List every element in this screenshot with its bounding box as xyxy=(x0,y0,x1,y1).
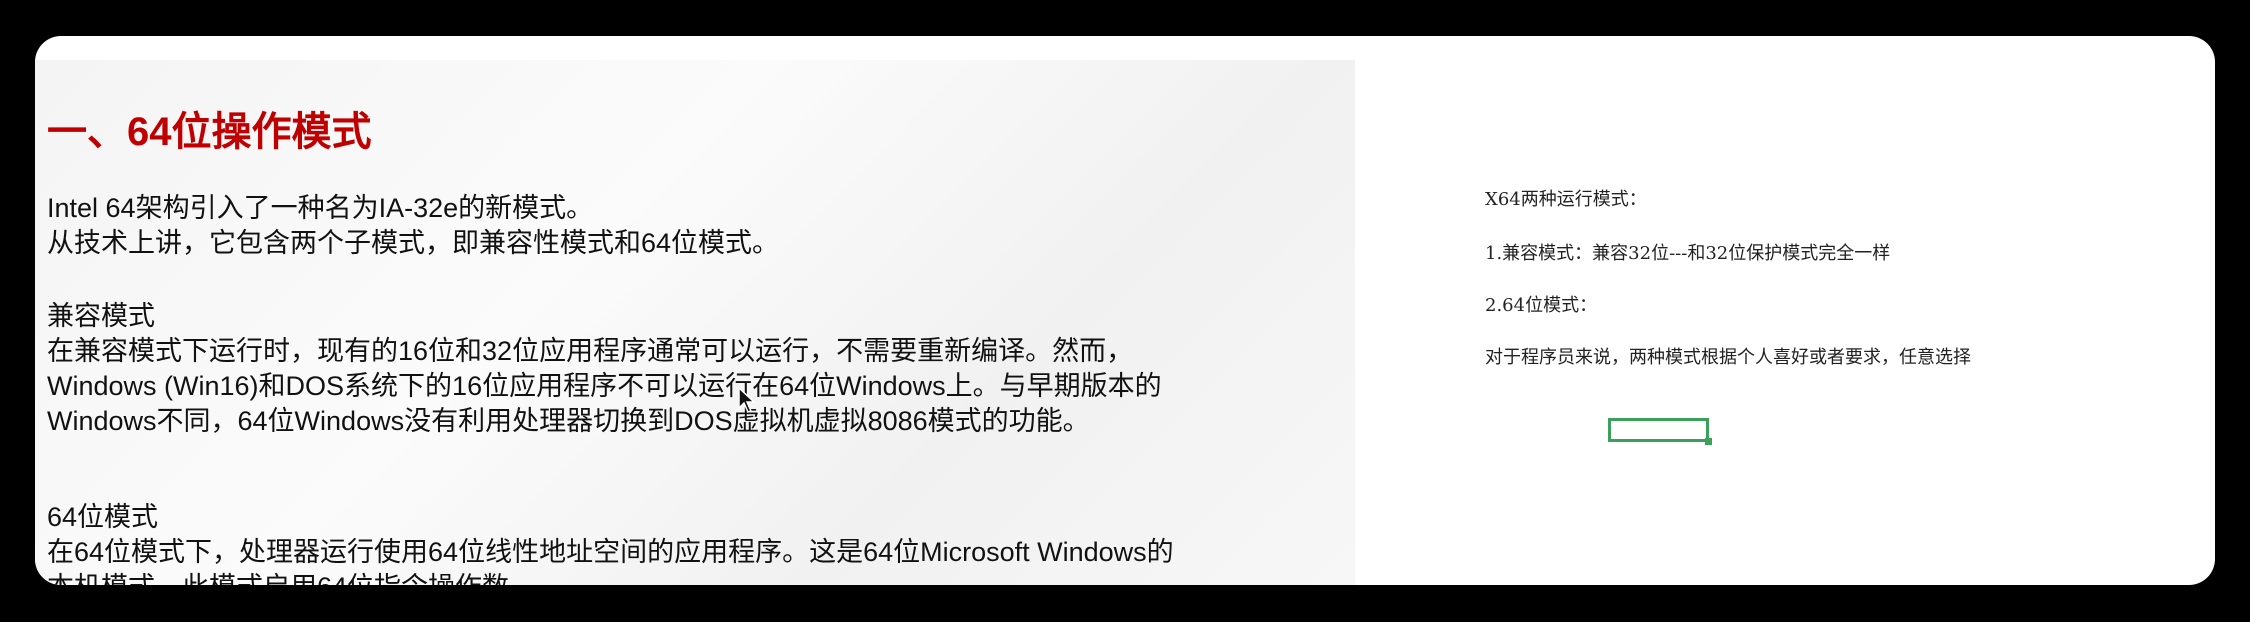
mode64-line: 在64位模式下，处理器运行使用64位线性地址空间的应用程序。这是64位Micro… xyxy=(47,537,1174,567)
notes-panel: X64两种运行模式： 1.兼容模式：兼容32位---和32位保护模式完全一样 2… xyxy=(1485,36,2185,585)
slide-title: 一、64位操作模式 xyxy=(47,110,372,154)
compat-paragraph: 兼容模式 在兼容模式下运行时，现有的16位和32位应用程序通常可以运行，不需要重… xyxy=(47,299,1162,439)
note-line: 对于程序员来说，两种模式根据个人喜好或者要求，任意选择 xyxy=(1485,347,1971,368)
compat-heading: 兼容模式 xyxy=(47,301,155,331)
intro-paragraph: Intel 64架构引入了一种名为IA-32e的新模式。 从技术上讲，它包含两个… xyxy=(47,191,779,261)
compat-line: Windows不同，64位Windows没有利用处理器切换到DOS虚拟机虚拟80… xyxy=(47,406,1090,436)
window-frame: 一、64位操作模式 Intel 64架构引入了一种名为IA-32e的新模式。 从… xyxy=(35,36,2215,585)
note-line: X64两种运行模式： xyxy=(1485,189,1647,210)
mode64-paragraph: 64位模式 在64位模式下，处理器运行使用64位线性地址空间的应用程序。这是64… xyxy=(47,500,1174,585)
selection-box[interactable] xyxy=(1608,418,1712,445)
intro-line: 从技术上讲，它包含两个子模式，即兼容性模式和64位模式。 xyxy=(47,228,780,258)
compat-line: 在兼容模式下运行时，现有的16位和32位应用程序通常可以运行，不需要重新编译。然… xyxy=(47,336,1134,366)
note-line: 2.64位模式： xyxy=(1485,295,1598,316)
compat-line: Windows (Win16)和DOS系统下的16位应用程序不可以运行在64位W… xyxy=(47,371,1162,401)
note-line: 1.兼容模式：兼容32位---和32位保护模式完全一样 xyxy=(1485,243,1891,264)
slide-panel: 一、64位操作模式 Intel 64架构引入了一种名为IA-32e的新模式。 从… xyxy=(35,60,1355,585)
mode64-line: 本机模式。此模式启用64位指令操作数。 xyxy=(47,570,1174,585)
mouse-cursor-icon xyxy=(738,386,756,413)
resize-handle[interactable] xyxy=(1705,438,1712,445)
intro-line: Intel 64架构引入了一种名为IA-32e的新模式。 xyxy=(47,193,594,223)
mode64-heading: 64位模式 xyxy=(47,502,159,532)
